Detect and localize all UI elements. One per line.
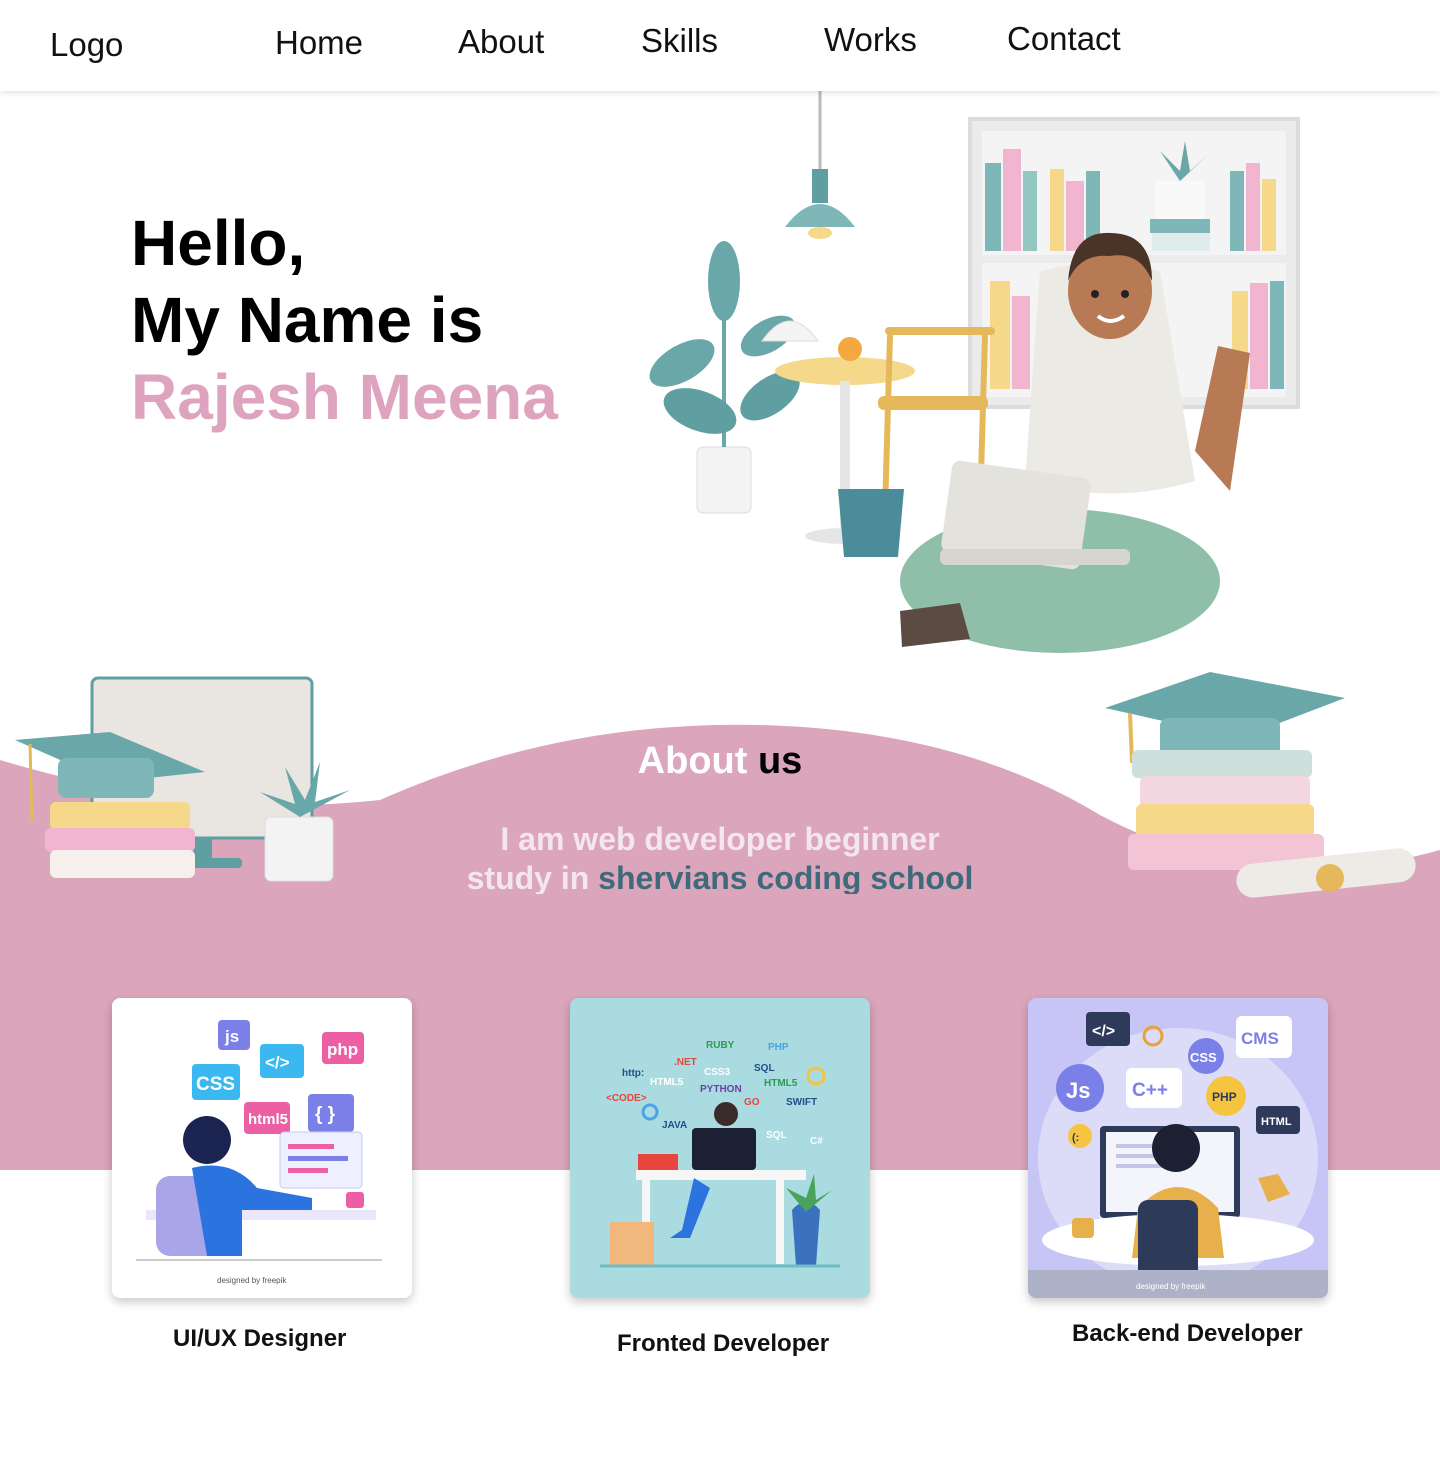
tag-js: Js: [1066, 1078, 1090, 1103]
uiux-designer-illustration: js php CSS </> html5 { } designed by fre…: [136, 1020, 382, 1285]
tag-html5: html5: [248, 1111, 288, 1128]
tag-smile: (:: [1072, 1132, 1079, 1144]
tag-js: js: [224, 1027, 239, 1046]
tag-http: http:: [622, 1068, 644, 1079]
tag-php: php: [327, 1040, 358, 1059]
tag-css3: CSS3: [704, 1067, 731, 1078]
tag-swift: SWIFT: [786, 1097, 817, 1108]
tag-python: PYTHON: [700, 1084, 742, 1095]
backend-developer-illustration: </> CMS CSS Js C++ PHP HTML (: designed …: [1028, 1012, 1328, 1298]
tag-sql-b: SQL: [766, 1130, 787, 1141]
skill-label-frontend: Fronted Developer: [617, 1330, 830, 1357]
site-logo[interactable]: Logo: [50, 26, 123, 64]
nav-link-contact[interactable]: Contact: [1007, 20, 1121, 58]
tag-go: GO: [744, 1097, 760, 1108]
hero-name: Rajesh Meena: [131, 361, 558, 433]
tag-css: CSS: [1190, 1050, 1217, 1065]
tag-html: HTML: [1261, 1116, 1292, 1128]
tag-html5-b: HTML5: [764, 1078, 798, 1089]
tag-css: CSS: [196, 1074, 235, 1095]
hero-greeting: Hello,: [131, 207, 306, 279]
nav-link-about[interactable]: About: [458, 23, 544, 61]
about-heading-word-2: us: [757, 740, 803, 782]
tag-php: PHP: [1212, 1090, 1237, 1104]
school-name: shervians coding school: [598, 860, 974, 894]
tag-braces: { }: [315, 1104, 336, 1125]
tag-html5-a: HTML5: [650, 1077, 684, 1088]
skill-card-frontend[interactable]: RUBY PHP .NET CSS3 SQL http: HTML5 PYTHO…: [570, 998, 870, 1298]
nav-link-works[interactable]: Works: [824, 21, 917, 59]
tag-code: <CODE>: [606, 1093, 647, 1104]
tag-ruby: RUBY: [706, 1040, 735, 1051]
tag-code: </>: [1092, 1023, 1115, 1040]
freepik-credit: designed by freepik: [217, 1276, 287, 1285]
tag-cpp: C++: [1132, 1080, 1168, 1101]
top-navbar: Logo Home About Skills Works Contact: [0, 0, 1440, 91]
tag-dotnet: .NET: [674, 1057, 697, 1068]
frontend-developer-illustration: RUBY PHP .NET CSS3 SQL http: HTML5 PYTHO…: [600, 1040, 840, 1268]
nav-link-skills[interactable]: Skills: [641, 22, 718, 60]
tag-csharp: C#: [810, 1136, 823, 1147]
tag-php: PHP: [768, 1042, 789, 1053]
skill-card-backend[interactable]: </> CMS CSS Js C++ PHP HTML (: designed …: [1028, 998, 1328, 1298]
tag-code: </>: [265, 1053, 290, 1072]
tag-cms: CMS: [1241, 1029, 1279, 1048]
tag-sql: SQL: [754, 1063, 775, 1074]
freepik-credit: designed by freepik: [1136, 1282, 1206, 1291]
skill-label-backend: Back-end Developer: [1072, 1320, 1303, 1347]
hero-intro: My Name is: [131, 284, 484, 356]
tag-java: JAVA: [662, 1120, 687, 1131]
about-text-prefix: study in: [466, 860, 599, 894]
hero-heading: Hello, My Name is Rajesh Meena: [131, 205, 558, 436]
about-heading-word-1: About: [637, 740, 758, 782]
nav-link-home[interactable]: Home: [275, 24, 363, 62]
books-graduation-cap-illustration: [1105, 672, 1416, 898]
hero-illustration: [649, 91, 1300, 653]
skill-card-uiux[interactable]: js php CSS </> html5 { } designed by fre…: [112, 998, 412, 1298]
skill-label-uiux: UI/UX Designer: [173, 1325, 347, 1352]
